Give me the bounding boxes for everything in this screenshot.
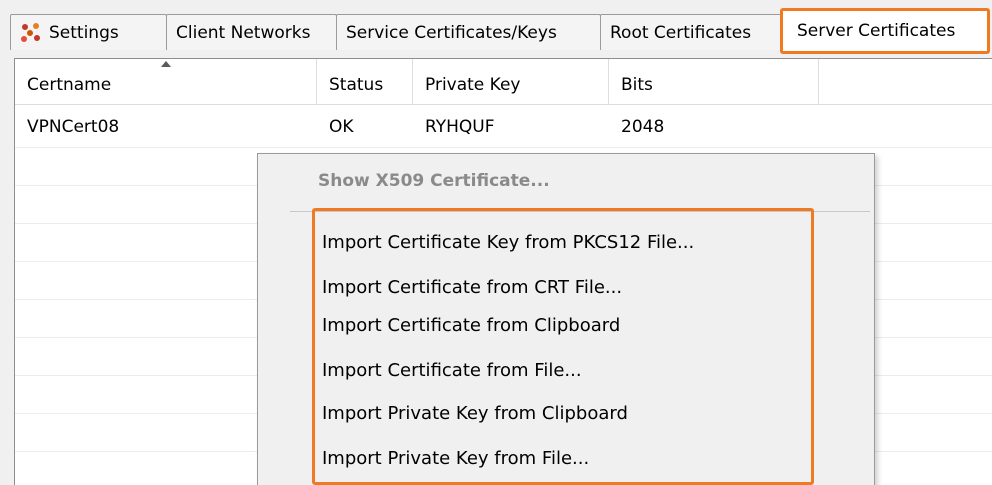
- column-header-private-key[interactable]: Private Key: [413, 59, 609, 105]
- menu-item-import-key-clipboard[interactable]: Import Private Key from Clipboard: [322, 396, 628, 432]
- tab-server-certificates[interactable]: Server Certificates: [780, 8, 990, 54]
- network-settings-icon: [20, 22, 42, 43]
- table-header: Certname Status Private Key Bits: [15, 59, 992, 105]
- menu-item-import-key-file[interactable]: Import Private Key from File...: [322, 441, 589, 477]
- cell-certname: VPNCert08: [27, 117, 120, 137]
- cell-bits: 2048: [621, 117, 665, 137]
- column-header-filler: [819, 59, 992, 105]
- table-row[interactable]: VPNCert08 OK RYHQUF 2048: [15, 105, 992, 147]
- column-header-status[interactable]: Status: [317, 59, 413, 105]
- tab-server-certificates-label: Server Certificates: [797, 21, 956, 41]
- column-header-certname-label: Certname: [27, 75, 112, 95]
- menu-item-import-pkcs12[interactable]: Import Certificate Key from PKCS12 File.…: [322, 225, 694, 261]
- column-header-bits-label: Bits: [621, 75, 653, 95]
- column-header-private-key-label: Private Key: [425, 75, 521, 95]
- menu-item-import-crt-file[interactable]: Import Certificate from CRT File...: [322, 270, 622, 306]
- tab-settings-label: Settings: [49, 22, 119, 43]
- tab-root-certificates[interactable]: Root Certificates: [600, 14, 783, 50]
- column-header-status-label: Status: [329, 75, 384, 95]
- tab-service-certificates-label: Service Certificates/Keys: [346, 22, 557, 43]
- tab-client-networks[interactable]: Client Networks: [166, 14, 337, 50]
- context-menu: Show X509 Certificate... Import Certific…: [257, 153, 875, 485]
- menu-item-import-cert-clipboard[interactable]: Import Certificate from Clipboard: [322, 308, 620, 344]
- column-header-certname[interactable]: Certname: [15, 59, 317, 105]
- sort-ascending-icon: [161, 61, 171, 67]
- menu-item-import-cert-file[interactable]: Import Certificate from File...: [322, 353, 582, 389]
- cell-private-key: RYHQUF: [425, 117, 495, 137]
- grid-line: [15, 147, 992, 148]
- tab-service-certificates[interactable]: Service Certificates/Keys: [336, 14, 601, 50]
- tab-settings[interactable]: Settings: [10, 14, 167, 50]
- tab-strip: Settings Client Networks Service Certifi…: [0, 0, 992, 60]
- tab-client-networks-label: Client Networks: [176, 22, 311, 43]
- menu-item-show-x509-certificate: Show X509 Certificate...: [318, 171, 550, 191]
- tab-root-certificates-label: Root Certificates: [610, 22, 752, 43]
- cell-status: OK: [329, 117, 354, 137]
- column-header-bits[interactable]: Bits: [609, 59, 819, 105]
